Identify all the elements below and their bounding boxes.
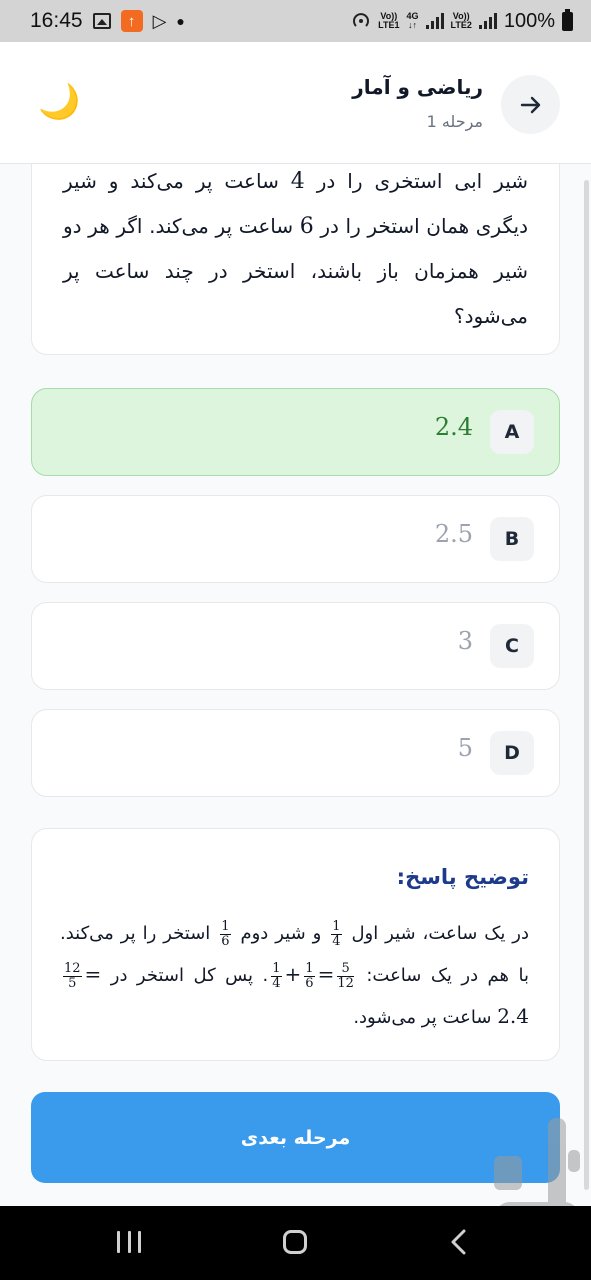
battery-percent: 100% bbox=[503, 9, 555, 32]
recent-apps-icon[interactable] bbox=[117, 1231, 141, 1253]
sim2-label: Vo)) LTE2 bbox=[450, 11, 472, 30]
arrow-right-icon bbox=[520, 96, 540, 113]
back-nav-icon[interactable] bbox=[450, 1229, 466, 1255]
option-value: 2.5 bbox=[434, 520, 473, 548]
battery-icon bbox=[562, 8, 573, 31]
explanation-text: در یک ساعت، شیر اول 14 و شیر دوم 16 استخ… bbox=[60, 918, 529, 1028]
question-card: شیر ابی استخری را در 4 ساعت پر می‌کند و … bbox=[31, 164, 560, 355]
app-header: ریاضی و آمار مرحله 1 🌙 bbox=[0, 42, 591, 164]
option-value: 5 bbox=[457, 734, 473, 762]
sim1-label: Vo)) LTE1 bbox=[378, 11, 400, 30]
hotspot-icon bbox=[353, 13, 370, 27]
next-stage-button[interactable]: مرحله بعدی bbox=[31, 1092, 560, 1183]
fraction: 16 bbox=[220, 918, 231, 949]
status-bar: 16:45 ↑ ▷ ● Vo)) LTE1 4G ↓↑ Vo)) LTE2 100% bbox=[0, 0, 591, 42]
notification-dot-icon: ● bbox=[176, 13, 185, 29]
fraction: 14 bbox=[331, 918, 342, 949]
sum-expression: 1 4 +1 6 = 5 12 bbox=[271, 960, 354, 991]
explanation-title: توضیح پاسخ: bbox=[396, 865, 529, 889]
play-store-icon: ▷ bbox=[152, 10, 167, 31]
network-4g-label: 4G ↓↑ bbox=[406, 11, 419, 30]
option-letter: A bbox=[490, 410, 534, 454]
stage-label: مرحله 1 bbox=[426, 112, 483, 131]
signal-2-icon bbox=[478, 13, 497, 29]
upload-app-icon: ↑ bbox=[120, 10, 143, 32]
option-b[interactable]: B 2.5 bbox=[31, 495, 560, 583]
gallery-icon bbox=[92, 13, 111, 29]
question-text: شیر ابی استخری را در 4 ساعت پر می‌کند و … bbox=[63, 169, 528, 328]
system-nav-bar bbox=[0, 1206, 591, 1280]
back-button[interactable] bbox=[501, 75, 560, 134]
home-icon[interactable] bbox=[283, 1230, 307, 1254]
content-scroll-area[interactable]: شیر ابی استخری را در 4 ساعت پر می‌کند و … bbox=[0, 164, 591, 1206]
option-d[interactable]: D 5 bbox=[31, 709, 560, 797]
signal-1-icon bbox=[425, 13, 444, 29]
option-c[interactable]: C 3 bbox=[31, 602, 560, 690]
page-title: ریاضی و آمار bbox=[352, 75, 483, 99]
moon-icon[interactable]: 🌙 bbox=[38, 82, 80, 122]
status-time: 16:45 bbox=[30, 9, 83, 32]
option-a[interactable]: A 2.4 bbox=[31, 388, 560, 476]
option-letter: C bbox=[490, 624, 534, 668]
option-value: 3 bbox=[457, 627, 473, 655]
option-letter: B bbox=[490, 517, 534, 561]
option-value: 2.4 bbox=[434, 413, 473, 441]
explanation-card: توضیح پاسخ: در یک ساعت، شیر اول 14 و شیر… bbox=[31, 828, 560, 1061]
option-letter: D bbox=[490, 731, 534, 775]
scrollbar[interactable] bbox=[584, 180, 589, 1190]
